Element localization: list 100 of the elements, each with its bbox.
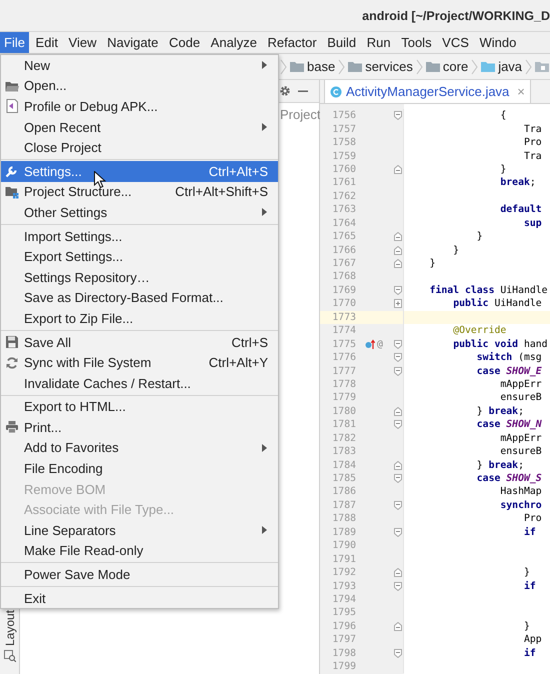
code-line: ensureB <box>499 446 542 458</box>
line-number: 1791 <box>331 554 356 565</box>
code-line: } break; <box>476 406 524 417</box>
line-number: 1795 <box>331 607 356 618</box>
menu-bar-item[interactable]: View <box>64 32 100 53</box>
line-number: 1759 <box>331 150 356 162</box>
line-number: 1767 <box>331 258 356 270</box>
menu-item[interactable]: Exit <box>1 588 278 608</box>
menu-item[interactable]: Settings... Ctrl+Alt+S <box>1 160 278 182</box>
line-number: 1764 <box>331 218 356 229</box>
code-line: Pro <box>522 137 542 148</box>
line-number: 1773 <box>331 312 356 323</box>
menu-item[interactable]: Other Settings <box>1 202 278 223</box>
code-line: case SHOW_N <box>476 419 542 430</box>
menu-item[interactable]: Export to Zip File... <box>1 308 278 329</box>
code-line: sup <box>522 218 542 229</box>
code-line: HashMap <box>499 486 542 498</box>
line-number: 1797 <box>331 634 356 646</box>
menu-item[interactable]: Import Settings... <box>1 226 278 246</box>
line-number: 1776 <box>331 352 356 364</box>
code-line: public void hand <box>452 338 548 350</box>
menu-bar-item[interactable]: Run <box>362 32 395 53</box>
menu-item[interactable]: Save as Directory-Based Format... <box>1 288 278 308</box>
editor-tab[interactable]: ActivityManagerService.java × <box>324 80 531 103</box>
menu-item[interactable]: Save All Ctrl+S <box>1 332 278 352</box>
line-number: 1766 <box>331 244 356 256</box>
line-number: 1761 <box>331 177 356 188</box>
code-line: @Override <box>452 325 506 336</box>
code-line: } <box>522 620 530 632</box>
line-number: 1760 <box>331 164 356 175</box>
menu-item[interactable]: Export to HTML... <box>1 396 278 418</box>
line-number: 1777 <box>331 366 356 377</box>
line-number: 1790 <box>331 540 356 552</box>
menu-item[interactable]: Project Structure... Ctrl+Alt+Shift+S <box>1 182 278 202</box>
menu-bar-item[interactable]: Navigate <box>103 32 162 53</box>
code-line: Tra <box>522 124 542 135</box>
line-number: 1762 <box>331 190 356 202</box>
line-number: 1792 <box>331 567 356 578</box>
line-number: 1796 <box>331 620 356 632</box>
menu-bar-item[interactable]: VCS <box>438 32 473 53</box>
menu-item[interactable]: Profile or Debug APK... <box>1 96 278 117</box>
code-line: mAppErr <box>499 432 542 444</box>
menu-item[interactable]: Print... <box>1 417 278 438</box>
tool-window-tab[interactable]: Layout <box>2 610 16 646</box>
line-number: 1780 <box>331 406 356 417</box>
menu-bar-item[interactable]: Windo <box>476 32 520 53</box>
menu-bar-item[interactable]: Code <box>165 32 204 53</box>
code-line: case SHOW_E <box>476 366 542 377</box>
code-line: final class UiHandle <box>428 284 548 296</box>
line-number: 1782 <box>331 432 356 444</box>
code-line: Tra <box>522 150 542 162</box>
menu-item[interactable]: New <box>1 55 278 76</box>
line-number: 1769 <box>331 284 356 296</box>
line-number: 1778 <box>331 378 356 390</box>
menu-item[interactable]: Open Recent <box>1 116 278 138</box>
code-line: } <box>499 164 506 175</box>
code-line: } <box>476 231 483 242</box>
menu-item[interactable]: Line Separators <box>1 520 278 541</box>
menu-bar-item[interactable]: Build <box>323 32 360 53</box>
line-number: 1768 <box>331 271 356 282</box>
code-line: switch (msg <box>476 352 542 364</box>
line-number: 1798 <box>331 648 356 659</box>
line-number: 1775 <box>331 338 356 350</box>
menu-item[interactable]: Make File Read-only <box>1 540 278 562</box>
code-line: default <box>499 204 542 216</box>
menu-bar-item[interactable]: Refactor <box>264 32 321 53</box>
menu-item[interactable]: File Encoding <box>1 458 278 479</box>
window-title: android [~/Project/WORKING_D <box>362 8 550 22</box>
code-line: } <box>428 258 436 270</box>
menu-item[interactable]: Close Project <box>1 137 278 158</box>
menu-item[interactable]: Settings Repository… <box>1 266 278 288</box>
code-line: case SHOW_S <box>476 473 542 484</box>
menu-item[interactable]: Power Save Mode <box>1 564 278 585</box>
line-number: 1789 <box>331 526 356 538</box>
breadcrumb[interactable]: core <box>442 59 468 74</box>
line-number: 1774 <box>331 325 356 336</box>
menu-item[interactable]: Invalidate Caches / Restart... <box>1 372 278 394</box>
breadcrumb[interactable]: base <box>307 59 336 74</box>
code-line: if <box>522 580 536 592</box>
menu-item[interactable]: Export Settings... <box>1 246 278 267</box>
menu-bar-item[interactable]: Tools <box>397 32 436 53</box>
code-line: { <box>499 110 506 122</box>
code-line: Pro <box>522 513 542 524</box>
code-line: break; <box>499 177 536 188</box>
menu-bar-item[interactable]: File <box>0 32 29 53</box>
breadcrumb[interactable]: java <box>498 59 522 74</box>
line-number: 1781 <box>331 419 356 430</box>
menu-item[interactable]: Sync with File System Ctrl+Alt+Y <box>1 352 278 373</box>
line-number: 1793 <box>331 580 356 592</box>
panel-label: Project <box>280 107 319 122</box>
line-number: 1785 <box>331 473 356 484</box>
menu-item[interactable]: Add to Favorites <box>1 438 278 458</box>
line-number: 1763 <box>331 204 356 216</box>
menu-bar-item[interactable]: Edit <box>32 32 62 53</box>
line-number: 1758 <box>331 137 356 148</box>
line-number: 1770 <box>331 298 356 310</box>
breadcrumb[interactable]: services <box>365 59 413 74</box>
menu-bar-item[interactable]: Analyze <box>206 32 261 53</box>
line-number: 1788 <box>331 513 356 524</box>
menu-item[interactable]: Open... <box>1 76 278 96</box>
